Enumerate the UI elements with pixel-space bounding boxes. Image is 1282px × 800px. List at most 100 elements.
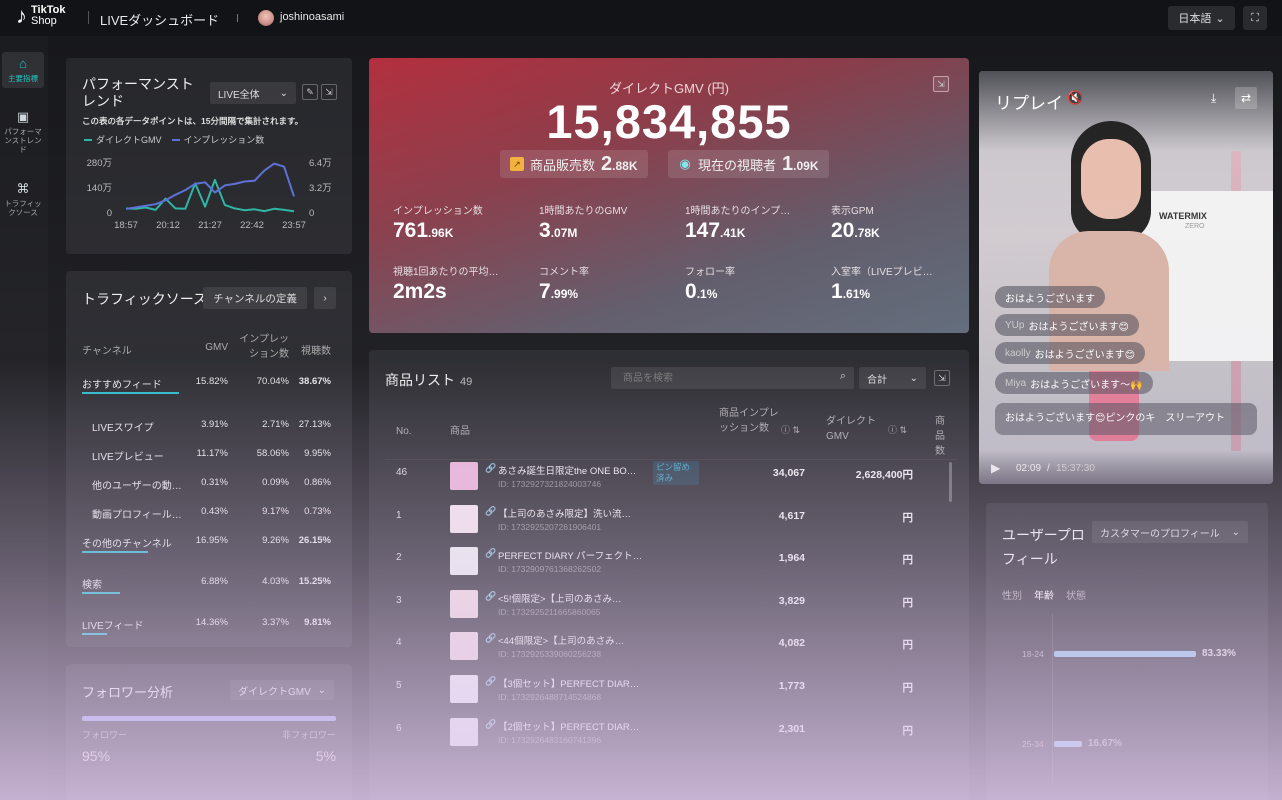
y-left-tick: 280万 [87,158,112,169]
mute-icon[interactable]: 🔇 [1067,90,1083,106]
product-impressions: 2,301 [778,722,805,735]
traffic-row[interactable]: 他のユーザーの動… 0.31% 0.09% 0.86% [82,477,332,497]
scrollbar[interactable] [949,462,952,502]
metric-label: インプレッション数 [393,206,483,217]
metric-value-wrap: 0.1% [685,280,815,304]
gmv-share: 11.17% [196,448,228,459]
sidebar-item-traffic-source[interactable]: ⌘ トラフィックソース [2,182,44,230]
language-select[interactable]: 日本語 ⌄ [1168,6,1235,30]
metric-select-value: ダイレクトGMV [238,686,311,698]
product-gmv: 円 [902,511,914,524]
traffic-row[interactable]: おすすめフィード 15.82% 70.04% 38.67% [82,376,332,396]
network-icon: ⌘ [16,181,30,196]
channel-name: 検索 [82,580,102,591]
product-row[interactable]: 4 🔗 <44個限定>【上司のあさみ… ID: 1732925339060256238… [369,626,941,668]
comment-text: おはようございます😊ピンクのキ スリーアウト [1005,413,1226,424]
product-thumbnail [450,462,478,490]
link-icon[interactable]: 🔗 [485,676,496,687]
avatar[interactable] [258,10,274,26]
link-icon[interactable]: 🔗 [485,633,496,644]
search-input[interactable] [611,367,826,389]
traffic-row[interactable]: 検索 6.88% 4.03% 15.25% [82,576,332,596]
tab-status[interactable]: 状態 [1066,587,1086,602]
product-impressions: 3,829 [778,594,805,607]
total-time: 15:37:30 [1056,463,1095,474]
tiktok-shop-logo[interactable]: ♪ TikTok Shop [16,5,65,27]
product-name[interactable]: 【3個セット】PERFECT DIAR… [498,676,648,690]
product-no: 2 [396,552,402,564]
link-icon[interactable]: 🔗 [485,591,496,602]
traffic-table-header: チャンネル GMV インプレッション数 視聴数 [82,331,332,365]
tab-gender[interactable]: 性別 [1002,587,1022,602]
product-name[interactable]: PERFECT DIARY パーフェクト… [498,548,648,562]
legend-label: ダイレクトGMV [96,135,162,145]
download-icon[interactable]: ⤓ [1211,91,1216,106]
metric-select[interactable]: ダイレクトGMV ⌄ [230,680,334,700]
product-row[interactable]: 3 🔗 <5!個限定>【上司のあさみ… ID: 1732925211665860065… [369,584,941,626]
product-row[interactable]: 2 🔗 PERFECT DIARY パーフェクト… ID: 1732909761368… [369,541,941,583]
channel-definition-button[interactable]: チャンネルの定義 [203,287,307,309]
export-icon[interactable]: ⇲ [933,76,949,92]
link-icon[interactable]: 🔗 [485,719,496,730]
chevron-right-icon[interactable]: › [314,287,336,309]
x-tick: 21:27 [198,220,222,231]
product-name[interactable]: 【上司のあさみ限定】洗い流… [498,506,648,520]
age-value: 16.67% [1088,738,1122,749]
edit-icon[interactable]: ✎ [302,84,318,100]
page-title: LIVEダッシュボード [100,13,220,28]
product-no: 1 [396,509,402,521]
traffic-row[interactable]: LIVEスワイプ 3.91% 2.71% 27.13% [82,419,332,439]
tab-age[interactable]: 年齢 [1034,587,1054,602]
comment-text: おはようございます [1005,293,1095,305]
link-icon[interactable]: 🔗 [485,463,496,474]
link-icon[interactable]: 🔗 [485,548,496,559]
gmv-share: 6.88% [201,576,228,587]
metric-card: コメント率 7.99% [539,263,669,304]
comment-text: おはようございます〜🙌 [1030,379,1143,391]
product-row[interactable]: 1 🔗 【上司のあさみ限定】洗い流… ID: 1732925207261906401 4… [369,499,941,541]
traffic-row[interactable]: LIVEフィード 14.36% 3.37% 9.81% [82,617,332,637]
traffic-row[interactable]: LIVEプレビュー 11.17% 58.06% 9.95% [82,448,332,468]
product-row[interactable]: 5 🔗 【3個セット】PERFECT DIAR… ID: 17329264887145… [369,669,941,711]
username[interactable]: joshinoasami [280,11,344,23]
metric-card: フォロー率 0.1% [685,263,815,304]
metric-value: 3 [539,219,551,242]
product-name[interactable]: <5!個限定>【上司のあさみ… [498,591,648,605]
fullscreen-icon[interactable]: ⛶ [1243,6,1267,30]
x-tick: 22:42 [240,220,264,231]
link-icon[interactable]: 🔗 [485,506,496,517]
metric-label: 1時間あたりのGMV [539,206,628,217]
product-name[interactable]: 【2個セット】PERFECT DIAR… [498,719,648,733]
product-row[interactable]: 46 🔗 あさみ誕生日限定the ONE BO… ID: 17329273218240… [369,456,941,498]
col-direct-gmv[interactable]: ダイレクトGMV [826,414,886,444]
product-row[interactable]: 6 🔗 【2個セット】PERFECT DIAR… ID: 17329264831607… [369,712,941,754]
aggregation-select[interactable]: 合計 ⌄ [859,367,926,389]
help-sort-icon[interactable]: ⓘ ⇅ [888,423,907,438]
product-name[interactable]: あさみ誕生日限定the ONE BO… [498,463,648,477]
product-id: ID: 1732909761368262502 [498,564,602,575]
search-icon[interactable]: ⌕ [840,370,846,383]
sidebar-item-key-metrics[interactable]: ⌂ 主要指標 [2,52,44,88]
chart-note: この表の各データポイントは、15分間隔で集計されます。 [82,116,304,126]
export-icon[interactable]: ⇲ [934,370,950,386]
traffic-row[interactable]: 動画プロフィール… 0.43% 9.17% 0.73% [82,506,332,526]
product-impressions: 1,964 [778,552,805,565]
legend-label: インプレッション数 [183,135,265,145]
product-box-subtext: ZERO [1185,223,1205,230]
scope-select[interactable]: LIVE全体 ⌄ [210,82,296,104]
share-bar [82,392,179,394]
export-icon[interactable]: ⇲ [321,84,337,100]
product-search[interactable]: ⌕ [611,367,854,389]
chip-value: 2 [601,152,613,175]
col-product-impressions[interactable]: 商品インプレッション数 [719,406,781,436]
help-sort-icon[interactable]: ⓘ ⇅ [781,423,800,438]
swap-icon[interactable]: ⇄ [1235,87,1257,109]
profile-select[interactable]: カスタマーのプロフィール ⌄ [1092,521,1248,543]
traffic-row[interactable]: その他のチャンネル 16.95% 9.26% 26.15% [82,535,332,555]
play-icon[interactable]: ▶ [991,461,1000,475]
sidebar-item-performance-trend[interactable]: ▣ パフォーマンストレンド [2,110,44,158]
product-name[interactable]: <44個限定>【上司のあさみ… [498,633,648,647]
product-thumbnail [450,675,478,703]
product-id: ID: 1732926488714524868 [498,692,602,702]
performance-chart: 280万140万06.4万3.2万018:57 20:12 21:27 22:42 23… [87,158,332,231]
